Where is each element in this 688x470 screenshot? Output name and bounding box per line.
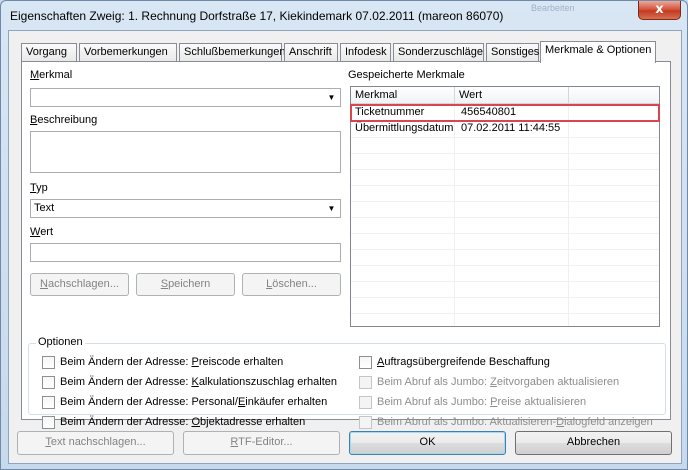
cell-merkmal: Ticketnummer [355, 106, 425, 118]
rtf-editor-button[interactable]: RTF-Editor... [183, 431, 340, 455]
chevron-down-icon[interactable]: ▼ [324, 90, 339, 105]
beschreibung-label: Beschreibung [30, 114, 98, 126]
grid-line [351, 137, 659, 138]
tab-sonderzuschlaege[interactable]: Sonderzuschläge [393, 43, 484, 62]
chevron-down-icon[interactable]: ▼ [324, 201, 339, 216]
text-nachschlagen-button[interactable]: Text nachschlagen... [17, 431, 174, 455]
tab-vorgang[interactable]: Vorgang [21, 43, 77, 62]
options-title: Optionen [36, 336, 85, 348]
tab-panel-merkmale-optionen: Merkmal ▼ Beschreibung Typ Text ▼ Wert N… [21, 61, 671, 429]
window-title: Eigenschaften Zweig: 1. Rechnung Dorfstr… [10, 9, 504, 23]
cell-wert: 07.02.2011 11:44:55 [461, 122, 561, 134]
grid-line [351, 201, 659, 202]
checkbox[interactable] [42, 356, 55, 369]
saved-features-list[interactable]: Merkmal Wert Ticketnummer 456540801 Über… [350, 86, 660, 327]
wert-label: Wert [30, 226, 54, 238]
column-header-merkmal[interactable]: Merkmal [351, 87, 455, 104]
column-header-wert[interactable]: Wert [455, 87, 569, 104]
background-title-text: Bearbeiten [531, 3, 575, 13]
typ-value: Text [34, 202, 55, 214]
tab-merkmale-optionen[interactable]: Merkmale & Optionen [540, 41, 656, 63]
grid-line [351, 233, 659, 234]
tab-anschrift[interactable]: Anschrift [284, 43, 338, 62]
grid-line [351, 185, 659, 186]
nachschlagen-button[interactable]: Nachschlagen... [30, 273, 129, 296]
loeschen-button[interactable]: Löschen... [242, 273, 341, 296]
grid-line [351, 281, 659, 282]
checkbox[interactable] [42, 396, 55, 409]
close-button[interactable]: x [638, 1, 681, 20]
list-item[interactable]: Übermittlungsdatum 07.02.2011 11:44:55 [351, 121, 659, 137]
tab-infodesk[interactable]: Infodesk [340, 43, 391, 62]
typ-select[interactable]: Text ▼ [30, 199, 341, 218]
checkbox[interactable] [359, 376, 372, 389]
beschreibung-textarea[interactable] [30, 131, 341, 173]
title-bar[interactable]: Eigenschaften Zweig: 1. Rechnung Dorfstr… [1, 1, 687, 31]
wert-input[interactable] [30, 243, 341, 262]
grid-line [351, 153, 659, 154]
close-icon: x [655, 2, 664, 17]
checkbox[interactable] [42, 376, 55, 389]
checkbox[interactable] [42, 416, 55, 429]
grid-line [351, 169, 659, 170]
grid-line [351, 249, 659, 250]
dialog-window: Eigenschaften Zweig: 1. Rechnung Dorfstr… [0, 0, 688, 470]
cell-merkmal: Übermittlungsdatum [355, 122, 454, 134]
tab-schlussbemerkungen[interactable]: Schlußbemerkungen [179, 43, 286, 62]
ok-button[interactable]: OK [349, 431, 506, 455]
grid-line [351, 297, 659, 298]
cell-wert: 456540801 [461, 106, 517, 118]
merkmal-label: Merkmal [30, 69, 73, 81]
abbrechen-button[interactable]: Abbrechen [515, 431, 672, 455]
grid-line [351, 313, 659, 314]
checkbox[interactable] [359, 356, 372, 369]
typ-label: Typ [30, 182, 48, 194]
grid-line [351, 265, 659, 266]
speichern-button[interactable]: Speichern [136, 273, 235, 296]
checkbox[interactable] [359, 416, 372, 429]
grid-line [351, 217, 659, 218]
saved-features-title: Gespeicherte Merkmale [348, 69, 465, 81]
tab-vorbemerkungen[interactable]: Vorbemerkungen [79, 43, 177, 62]
tab-sonstiges[interactable]: Sonstiges [486, 43, 539, 62]
dialog-client-area: Vorgang Vorbemerkungen Schlußbemerkungen… [8, 30, 682, 464]
merkmal-combobox[interactable]: ▼ [30, 88, 341, 107]
list-header: Merkmal Wert [351, 87, 659, 104]
checkbox[interactable] [359, 396, 372, 409]
list-item[interactable]: Ticketnummer 456540801 [350, 104, 660, 122]
